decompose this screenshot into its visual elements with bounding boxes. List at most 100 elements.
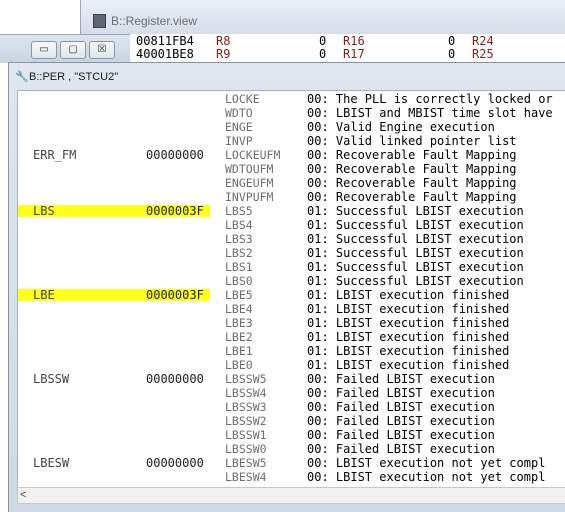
register-value[interactable]: 00000000: [146, 372, 204, 386]
peripheral-row[interactable]: LBE0 01: LBIST execution finished: [18, 358, 565, 372]
field-name: WDTOUFM: [225, 162, 274, 176]
field-name: LBE5: [225, 288, 253, 302]
field-description[interactable]: 01: LBIST execution finished: [307, 358, 509, 372]
field-name: LBE1: [225, 344, 253, 358]
field-name: LBE3: [225, 316, 253, 330]
peripheral-row[interactable]: LBS0 01: Successful LBIST execution: [18, 274, 565, 288]
field-description[interactable]: 00: Failed LBIST execution: [307, 400, 495, 414]
field-description[interactable]: 00: Failed LBIST execution: [307, 372, 495, 386]
field-description[interactable]: 00: Recoverable Fault Mapping: [307, 162, 517, 176]
peripheral-row[interactable]: LBSSW1 00: Failed LBIST execution: [18, 428, 565, 442]
peripheral-window-title[interactable]: 🔧B::PER , "STCU2": [15, 70, 118, 86]
field-name: LBS2: [225, 246, 253, 260]
scroll-left-icon[interactable]: <: [20, 488, 26, 503]
peripheral-row[interactable]: LBSSW0 00: Failed LBIST execution: [18, 442, 565, 456]
maximize-button[interactable]: ▢: [60, 41, 86, 59]
peripheral-window: 🔧B::PER , "STCU2" LOCKE 00: The PLL is co…: [8, 62, 565, 512]
field-name: LBS5: [225, 204, 253, 218]
field-name: INVPUFM: [225, 190, 274, 204]
peripheral-row[interactable]: LBS1 01: Successful LBIST execution: [18, 260, 565, 274]
field-name: LOCKE: [225, 92, 260, 106]
minimize-button[interactable]: ▭: [31, 41, 57, 59]
horizontal-scrollbar[interactable]: <: [17, 487, 565, 504]
field-description[interactable]: 00: Failed LBIST execution: [307, 428, 495, 442]
field-description[interactable]: 00: Valid Engine execution: [307, 120, 495, 134]
field-name: LBESW5: [225, 456, 267, 470]
register-view-window: B::Register.view ▭ ▢ ☒ 00811FB4 R8 0 R16 0 R2…: [0, 0, 565, 63]
field-description[interactable]: 00: LBIST execution not yet compl: [307, 470, 545, 484]
peripheral-row[interactable]: LBESW 00000000 LBESW5 00: LBIST execution n…: [18, 456, 565, 470]
peripheral-row[interactable]: ERR_FM 00000000 LOCKEUFM 00: Recoverable Fa…: [18, 148, 565, 162]
peripheral-row[interactable]: INVP 00: Valid linked pointer list: [18, 134, 565, 148]
peripheral-row[interactable]: LBSSW4 00: Failed LBIST execution: [18, 386, 565, 400]
field-name: LBSSW0: [225, 442, 267, 456]
field-name: LBE4: [225, 302, 253, 316]
peripheral-row[interactable]: LBE3 01: LBIST execution finished: [18, 316, 565, 330]
field-name: LBSSW1: [225, 428, 267, 442]
peripheral-row[interactable]: LBE4 01: LBIST execution finished: [18, 302, 565, 316]
field-description[interactable]: 00: Recoverable Fault Mapping: [307, 190, 517, 204]
register-address: 40001BE8: [136, 47, 194, 61]
field-description[interactable]: 01: Successful LBIST execution: [307, 260, 524, 274]
field-name: LBS3: [225, 232, 253, 246]
field-name: LBESW4: [225, 470, 267, 484]
field-description[interactable]: 01: Successful LBIST execution: [307, 246, 524, 260]
field-name: INVP: [225, 134, 253, 148]
register-v2: 0: [448, 47, 456, 61]
peripheral-register-list[interactable]: LOCKE 00: The PLL is correctly locked or W…: [17, 90, 565, 488]
peripheral-row[interactable]: WDTOUFM 00: Recoverable Fault Mapping: [18, 162, 565, 176]
field-description[interactable]: 01: LBIST execution finished: [307, 344, 509, 358]
field-description[interactable]: 01: Successful LBIST execution: [307, 232, 524, 246]
register-name: LBSSW: [33, 372, 70, 386]
field-name: LBE2: [225, 330, 253, 344]
field-description[interactable]: 00: The PLL is correctly locked or: [307, 92, 553, 106]
register-value[interactable]: 0000003F: [146, 288, 204, 302]
peripheral-row[interactable]: LBE 0000003F LBE5 01: LBIST execution finis…: [18, 288, 565, 302]
close-button[interactable]: ☒: [89, 41, 115, 59]
register-name: LBESW: [33, 456, 70, 470]
peripheral-row[interactable]: LBS 0000003F LBS5 01: Successful LBIST exec…: [18, 204, 565, 218]
peripheral-row[interactable]: ENGE 00: Valid Engine execution: [18, 120, 565, 134]
register-value[interactable]: 00000000: [146, 148, 204, 162]
field-description[interactable]: 00: Failed LBIST execution: [307, 442, 495, 456]
field-name: LBSSW4: [225, 386, 267, 400]
field-description[interactable]: 01: Successful LBIST execution: [307, 274, 524, 288]
window-icon: [93, 14, 106, 28]
peripheral-row[interactable]: LBE2 01: LBIST execution finished: [18, 330, 565, 344]
peripheral-row[interactable]: LBESW4 00: LBIST execution not yet compl: [18, 470, 565, 484]
field-description[interactable]: 01: LBIST execution finished: [307, 288, 509, 302]
peripheral-row[interactable]: LBSSW 00000000 LBSSW5 00: Failed LBIST exec…: [18, 372, 565, 386]
register-value[interactable]: 00000000: [146, 456, 204, 470]
register-view-title: B::Register.view: [111, 14, 198, 28]
field-description[interactable]: 01: LBIST execution finished: [307, 330, 509, 344]
field-description[interactable]: 01: Successful LBIST execution: [307, 204, 524, 218]
field-name: LBSSW5: [225, 372, 267, 386]
register-v1: 0: [319, 47, 327, 61]
field-description[interactable]: 01: Successful LBIST execution: [307, 218, 524, 232]
field-description[interactable]: 00: Failed LBIST execution: [307, 414, 495, 428]
peripheral-row[interactable]: LBS3 01: Successful LBIST execution: [18, 232, 565, 246]
field-description[interactable]: 01: LBIST execution finished: [307, 316, 509, 330]
field-description[interactable]: 00: LBIST execution not yet compl: [307, 456, 545, 470]
peripheral-row[interactable]: LBSSW3 00: Failed LBIST execution: [18, 400, 565, 414]
peripheral-row[interactable]: LBE1 01: LBIST execution finished: [18, 344, 565, 358]
field-description[interactable]: 00: Failed LBIST execution: [307, 386, 495, 400]
field-description[interactable]: 00: LBIST and MBIST time slot have: [307, 106, 553, 120]
field-description[interactable]: 00: Recoverable Fault Mapping: [307, 148, 517, 162]
peripheral-row[interactable]: WDTO 00: LBIST and MBIST time slot have: [18, 106, 565, 120]
register-value[interactable]: 0000003F: [146, 204, 204, 218]
peripheral-row[interactable]: LBS2 01: Successful LBIST execution: [18, 246, 565, 260]
field-name: LBSSW3: [225, 400, 267, 414]
peripheral-row[interactable]: LBS4 01: Successful LBIST execution: [18, 218, 565, 232]
register-name: ERR_FM: [33, 148, 77, 162]
register-name: LBS: [33, 204, 55, 218]
peripheral-row[interactable]: LOCKE 00: The PLL is correctly locked or: [18, 92, 565, 106]
field-description[interactable]: 00: Valid linked pointer list: [307, 134, 517, 148]
peripheral-row[interactable]: ENGEUFM 00: Recoverable Fault Mapping: [18, 176, 565, 190]
field-description[interactable]: 00: Recoverable Fault Mapping: [307, 176, 517, 190]
field-name: LBS1: [225, 260, 253, 274]
peripheral-row[interactable]: INVPUFM 00: Recoverable Fault Mapping: [18, 190, 565, 204]
peripheral-row[interactable]: LBSSW2 00: Failed LBIST execution: [18, 414, 565, 428]
field-name: ENGEUFM: [225, 176, 274, 190]
field-description[interactable]: 01: LBIST execution finished: [307, 302, 509, 316]
